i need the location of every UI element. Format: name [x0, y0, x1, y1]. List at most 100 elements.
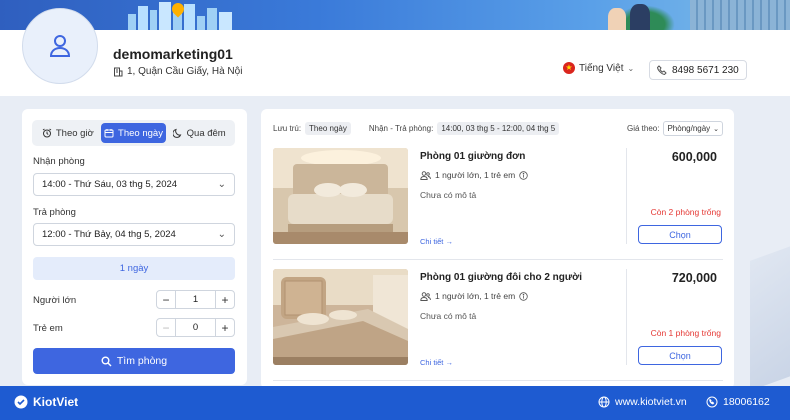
room-detail-label: Chi tiết [420, 237, 444, 246]
applied-filters: Lưu trú: Theo ngày Nhận - Trả phòng: 14:… [273, 122, 560, 135]
choose-room-button[interactable]: Chọn [638, 346, 722, 365]
search-rooms-button[interactable]: Tìm phòng [33, 348, 235, 374]
room-capacity: 1 người lớn, 1 trẻ em [420, 170, 528, 180]
user-icon [49, 35, 71, 57]
room-description: Chưa có mô tả [420, 311, 477, 321]
info-icon[interactable] [519, 170, 528, 180]
adults-label: Người lớn [33, 295, 77, 306]
children-value[interactable]: 0 [175, 319, 216, 336]
tab-daily[interactable]: Theo ngày [100, 123, 167, 143]
chevron-down-icon: ⌄ [627, 63, 635, 73]
price-sort: Giá theo: Phòng/ngày ⌄ [627, 121, 724, 136]
room-card: Phòng 01 giường đơn 1 người lớn, 1 trẻ e… [273, 148, 723, 260]
children-decrement-button[interactable]: − [157, 319, 175, 336]
hotline-text: 18006162 [723, 396, 770, 408]
kiotviet-logo-icon [14, 395, 28, 409]
phone-number: 8498 5671 230 [672, 64, 739, 76]
chevron-down-icon: ⌄ [217, 229, 226, 240]
chevron-down-icon: ⌄ [713, 125, 720, 133]
room-photo[interactable] [273, 269, 408, 365]
store-header: demomarketing01 1, Quận Cầu Giấy, Hà Nội… [0, 8, 790, 96]
date-filter-chip: 14:00, 03 thg 5 - 12:00, 04 thg 5 [437, 122, 560, 135]
alarm-clock-icon [42, 128, 52, 138]
checkin-select[interactable]: 14:00 - Thứ Sáu, 03 thg 5, 2024 ⌄ [33, 173, 235, 196]
brand-name: KiotViet [33, 395, 79, 409]
stay-filter-chip: Theo ngày [305, 122, 351, 135]
kiotviet-logo[interactable]: KiotViet [14, 395, 78, 409]
website-link[interactable]: www.kiotviet.vn [598, 396, 687, 408]
divider [626, 269, 627, 365]
footer: KiotViet www.kiotviet.vn 18006162 [0, 386, 790, 420]
checkin-value: 14:00 - Thứ Sáu, 03 thg 5, 2024 [42, 179, 178, 190]
language-selector[interactable]: ★ Tiếng Việt ⌄ [563, 62, 634, 74]
top-banner [0, 0, 790, 30]
checkin-label: Nhận phòng [33, 156, 85, 167]
booking-panel: Theo giờ Theo ngày Qua đêm Nhận phòng 14… [22, 109, 247, 385]
nights-count: 1 ngày [33, 257, 235, 280]
calendar-icon [104, 129, 114, 138]
stay-type-tabs: Theo giờ Theo ngày Qua đêm [32, 120, 235, 146]
travellers-illustration [600, 0, 680, 30]
sort-value: Phòng/ngày [667, 124, 711, 133]
sort-label: Giá theo: [627, 124, 660, 133]
tab-overnight-label: Qua đêm [186, 127, 226, 139]
info-icon[interactable] [519, 291, 528, 301]
store-address: 1, Quận Cầu Giấy, Hà Nội [113, 66, 242, 77]
room-capacity: 1 người lớn, 1 trẻ em [420, 291, 528, 301]
room-price: 720,000 [671, 271, 717, 285]
arrow-right-icon: → [445, 237, 453, 246]
chevron-down-icon: ⌄ [217, 179, 226, 190]
choose-room-button[interactable]: Chọn [638, 225, 722, 244]
adults-increment-button[interactable]: + [216, 291, 234, 308]
language-label: Tiếng Việt [579, 62, 624, 74]
room-capacity-text: 1 người lớn, 1 trẻ em [435, 170, 516, 180]
avatar [22, 8, 98, 84]
adults-stepper: − 1 + [156, 290, 235, 309]
room-description: Chưa có mô tả [420, 190, 477, 200]
search-rooms-label: Tìm phòng [116, 355, 168, 367]
globe-icon [598, 396, 610, 408]
single-bed-photo [273, 148, 408, 244]
building-icon [114, 67, 123, 76]
background-decoration [750, 239, 790, 391]
phone-icon [657, 65, 667, 75]
double-bed-photo [273, 269, 408, 365]
moon-icon [172, 128, 181, 138]
children-increment-button[interactable]: + [216, 319, 234, 336]
room-detail-link[interactable]: Chi tiết → [420, 237, 453, 246]
store-address-text: 1, Quận Cầu Giấy, Hà Nội [127, 66, 243, 77]
building-decoration [690, 0, 790, 30]
divider [626, 148, 627, 244]
date-filter-label: Nhận - Trả phòng: [368, 124, 434, 133]
tab-hourly[interactable]: Theo giờ [35, 123, 101, 143]
adults-value[interactable]: 1 [175, 291, 216, 308]
tab-hourly-label: Theo giờ [55, 127, 94, 139]
room-detail-link[interactable]: Chi tiết → [420, 358, 453, 367]
sort-select[interactable]: Phòng/ngày ⌄ [663, 121, 724, 136]
room-photo[interactable] [273, 148, 408, 244]
room-capacity-text: 1 người lớn, 1 trẻ em [435, 291, 516, 301]
checkout-label: Trả phòng [33, 207, 76, 218]
adults-decrement-button[interactable]: − [157, 291, 175, 308]
search-icon [101, 356, 112, 366]
room-price: 600,000 [671, 150, 717, 164]
hotline-link[interactable]: 18006162 [706, 396, 770, 408]
children-stepper: − 0 + [156, 318, 235, 337]
room-name: Phòng 01 giường đôi cho 2 người [420, 272, 583, 283]
room-detail-label: Chi tiết [420, 358, 444, 367]
store-name: demomarketing01 [113, 46, 233, 62]
room-results-panel: Lưu trú: Theo ngày Nhận - Trả phòng: 14:… [261, 109, 734, 389]
stay-filter-label: Lưu trú: [273, 124, 302, 133]
children-label: Trẻ em [33, 323, 63, 334]
checkout-select[interactable]: 12:00 - Thứ Bảy, 04 thg 5, 2024 ⌄ [33, 223, 235, 246]
arrow-right-icon: → [445, 358, 453, 367]
room-availability: Còn 1 phòng trống [650, 328, 721, 338]
room-availability: Còn 2 phòng trống [650, 207, 721, 217]
phone-contact[interactable]: 8498 5671 230 [649, 60, 747, 80]
tab-overnight[interactable]: Qua đêm [166, 123, 232, 143]
users-icon [420, 170, 431, 180]
tab-daily-label: Theo ngày [118, 127, 163, 139]
vietnam-flag-icon: ★ [563, 62, 575, 74]
room-name: Phòng 01 giường đơn [420, 151, 526, 162]
website-text: www.kiotviet.vn [615, 396, 687, 408]
